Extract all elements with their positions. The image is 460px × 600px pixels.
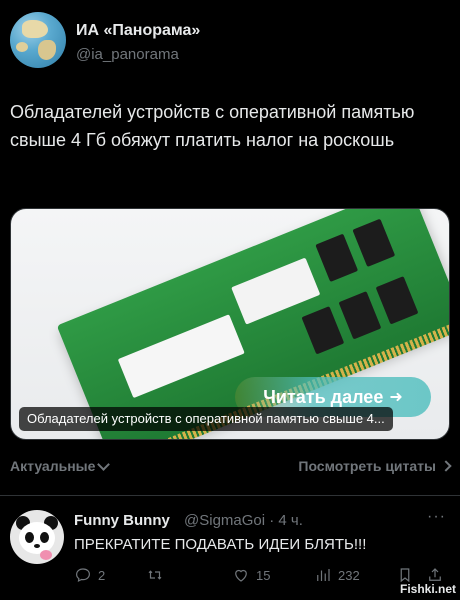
tweet-text: Обладателей устройств с оперативной памя… [10, 102, 415, 150]
retweet-button[interactable] [146, 566, 170, 584]
globe-land [22, 20, 48, 38]
view-quotes-label: Посмотреть цитаты [298, 458, 436, 474]
arrow-right-icon: ➜ [389, 389, 403, 406]
reply-count: 2 [98, 567, 106, 583]
globe-land [16, 42, 28, 52]
bar-chart-icon [317, 569, 330, 581]
chevron-down-icon [97, 457, 111, 471]
retweet-icon [148, 570, 162, 580]
more-options-icon[interactable]: ··· [427, 508, 446, 526]
panda-eye [40, 532, 49, 543]
heart-icon [40, 550, 52, 560]
like-button[interactable]: 15 [232, 566, 270, 584]
like-count: 15 [256, 567, 271, 583]
reply-actions: 2 15 232 [74, 566, 454, 588]
view-quotes-link[interactable]: Посмотреть цитаты [298, 458, 452, 474]
reply-text: ПРЕКРАТИТЕ ПОДАВАТЬ ИДЕИ БЛЯТЬ!!! [74, 536, 367, 553]
comment-icon [76, 568, 90, 583]
link-card[interactable]: Читать далее ➜ Обладателей устройств с о… [10, 208, 450, 440]
views-button[interactable]: 232 [314, 566, 360, 584]
reply-handle-time[interactable]: @SigmaGoi · 4 ч. [184, 512, 303, 529]
sort-relevant-label: Актуальные [10, 458, 96, 474]
author-display-name[interactable]: ИА «Панорама» [76, 22, 200, 40]
reply-avatar[interactable] [10, 510, 64, 564]
author-avatar[interactable] [10, 12, 66, 68]
tweet-header: ИА «Панорама» @ia_panorama [10, 12, 450, 72]
heart-outline-icon [235, 569, 247, 582]
views-count: 232 [338, 567, 360, 583]
author-handle[interactable]: @ia_panorama [76, 46, 179, 63]
panda-eye [25, 532, 34, 543]
reply-button[interactable]: 2 [74, 566, 105, 584]
chevron-right-icon [440, 460, 452, 472]
reply-author-name[interactable]: Funny Bunny [74, 512, 170, 529]
replies-sort-bar: Актуальные Посмотреть цитаты [10, 456, 452, 480]
globe-land [38, 40, 56, 60]
watermark: Fishki.net [399, 582, 456, 596]
reply-tweet[interactable]: Funny Bunny @SigmaGoi · 4 ч. ··· ПРЕКРАТ… [0, 496, 460, 600]
panda-nose [34, 544, 40, 548]
card-caption: Обладателей устройств с оперативной памя… [19, 407, 393, 431]
read-more-label: Читать далее [263, 386, 384, 407]
sort-relevant-dropdown[interactable]: Актуальные [10, 457, 111, 474]
